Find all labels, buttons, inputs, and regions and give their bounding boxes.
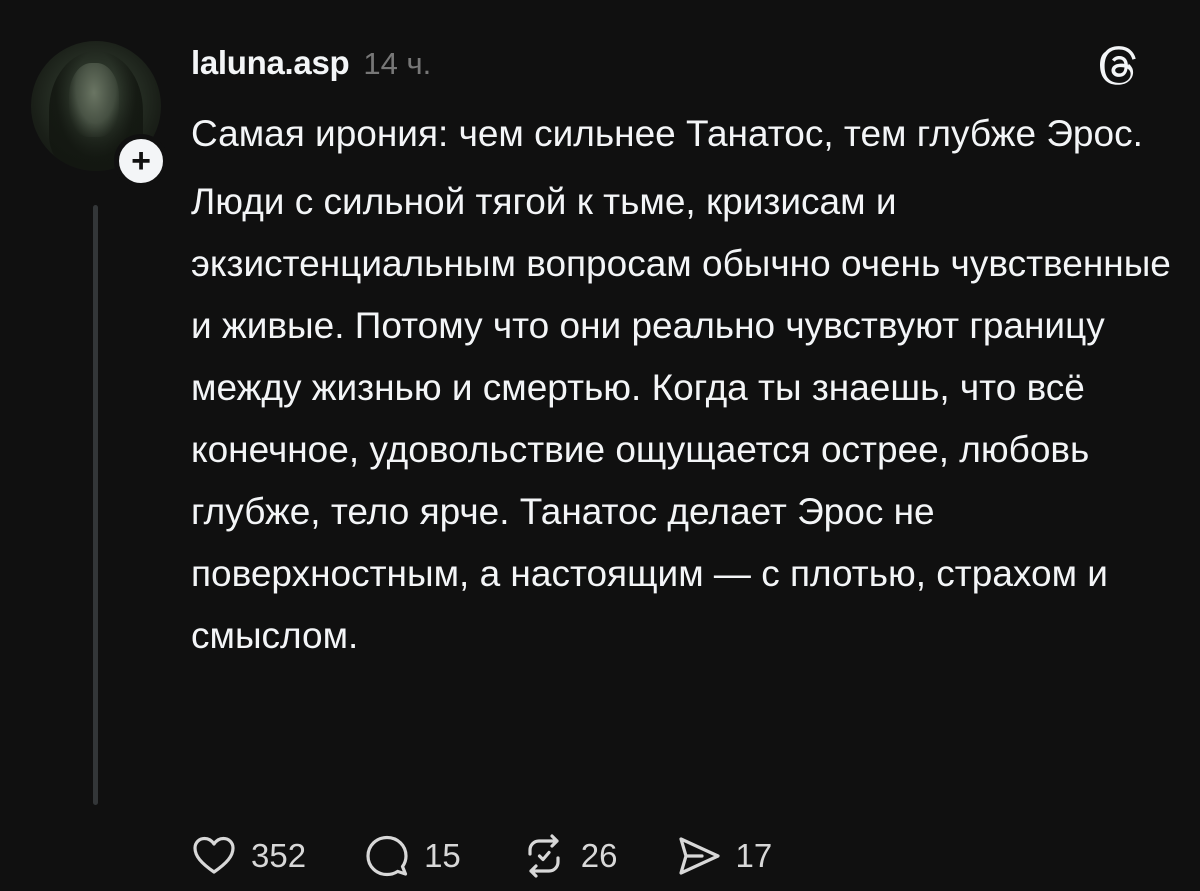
repost-button[interactable]: 26 — [521, 833, 618, 879]
follow-button[interactable]: + — [114, 134, 168, 188]
post-paragraph: Люди с сильной тягой к тьме, кризисам и … — [191, 181, 1171, 656]
post-paragraph: Самая ирония: чем сильнее Танатос, тем г… — [191, 113, 1143, 154]
username[interactable]: laluna.asp — [191, 44, 350, 82]
timestamp: 14 ч. — [363, 46, 432, 81]
threads-logo-icon[interactable] — [1098, 45, 1142, 89]
like-count: 352 — [251, 837, 307, 874]
share-count: 17 — [735, 837, 773, 874]
plus-icon: + — [131, 142, 151, 180]
comment-count: 15 — [424, 837, 461, 874]
send-icon — [678, 837, 720, 875]
comment-button[interactable]: 15 — [364, 833, 461, 879]
share-button[interactable]: 17 — [676, 833, 773, 879]
repost-icon — [528, 834, 560, 878]
post-body: Самая ирония: чем сильнее Танатос, тем г… — [191, 103, 1181, 667]
post-header: laluna.asp 14 ч. — [191, 44, 431, 86]
heart-icon — [193, 836, 235, 874]
comment-bubble-icon — [366, 835, 408, 877]
thread-line — [93, 205, 98, 805]
action-bar: 352 15 26 17 — [191, 828, 830, 884]
threads-post: + laluna.asp 14 ч. Самая ирония: чем сил… — [0, 0, 1200, 891]
repost-count: 26 — [580, 837, 618, 874]
like-button[interactable]: 352 — [191, 833, 306, 879]
